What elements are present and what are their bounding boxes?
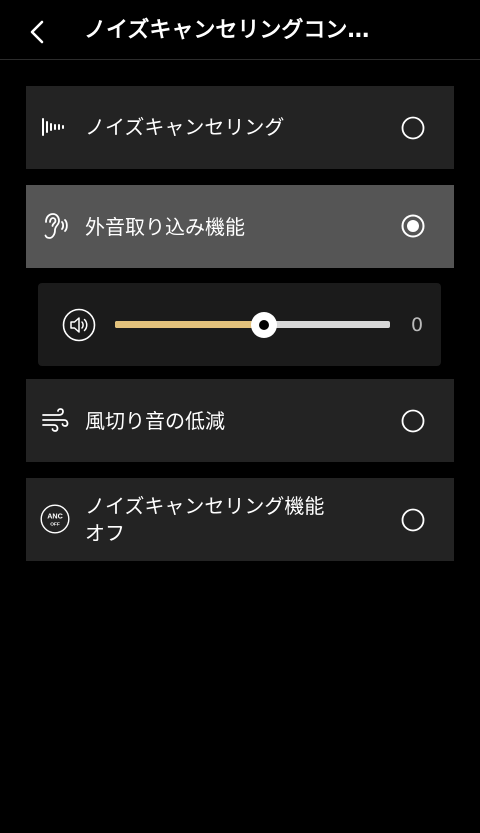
anc-icon-text: ANC xyxy=(47,512,63,521)
sound-wave-icon xyxy=(42,118,64,136)
back-button[interactable] xyxy=(24,18,52,46)
radio-button-unselected[interactable] xyxy=(401,116,425,140)
option-label: ノイズキャンセリング機能 xyxy=(85,494,325,518)
header-bar: ノイズキャンセリングコン… xyxy=(0,0,480,60)
radio-button-unselected[interactable] xyxy=(401,409,425,433)
option-label-line2: オフ xyxy=(85,521,125,545)
volume-icon xyxy=(62,308,96,342)
ear-icon xyxy=(44,213,68,239)
option-label: 風切り音の低減 xyxy=(85,409,225,433)
off-icon-text: OFF xyxy=(50,522,60,528)
option-label: ノイズキャンセリング xyxy=(85,115,285,139)
chevron-left-icon xyxy=(30,20,44,44)
slider-fill xyxy=(115,321,264,328)
option-ambient-sound[interactable]: 外音取り込み機能 xyxy=(26,185,454,268)
radio-button-unselected[interactable] xyxy=(401,508,425,532)
radio-button-selected[interactable] xyxy=(401,214,425,238)
slider-thumb[interactable] xyxy=(250,312,277,338)
anc-off-icon: ANC OFF xyxy=(40,504,70,534)
option-noise-cancelling[interactable]: ノイズキャンセリング xyxy=(26,86,454,169)
ambient-level-slider[interactable] xyxy=(115,312,390,338)
page-title: ノイズキャンセリングコン… xyxy=(84,18,370,43)
wind-icon xyxy=(42,408,69,432)
option-label: 外音取り込み機能 xyxy=(85,215,245,239)
option-anc-off[interactable]: ANC OFF ノイズキャンセリング機能 オフ xyxy=(26,478,454,561)
ambient-level-panel: 0 xyxy=(38,283,441,366)
option-wind-noise-reduction[interactable]: 風切り音の低減 xyxy=(26,379,454,462)
slider-value: 0 xyxy=(410,314,424,336)
